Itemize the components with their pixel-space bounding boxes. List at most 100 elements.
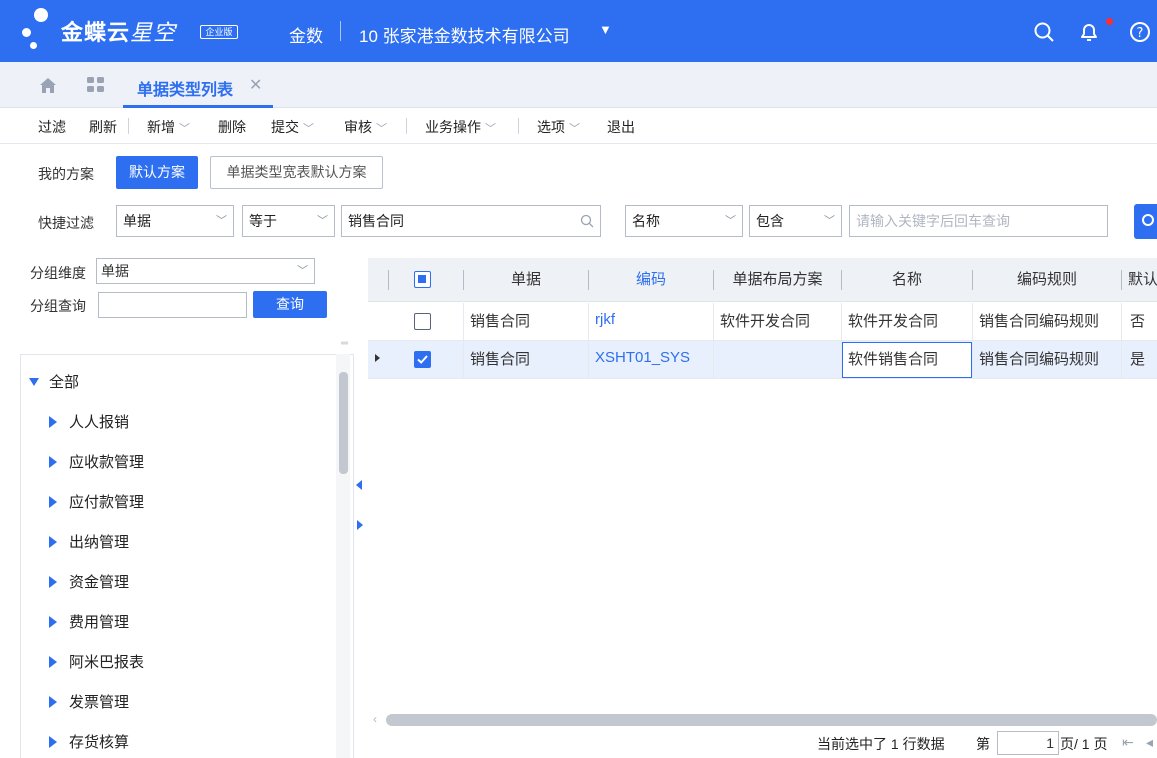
grid-hscrollbar-thumb[interactable] [386,714,1157,726]
search-icon[interactable] [1032,20,1056,44]
submit-button[interactable]: 提交 ﹀ [271,117,314,137]
caret-down-icon[interactable]: ▼ [599,22,612,37]
chevron-down-icon: ﹀ [725,215,736,227]
search-button[interactable] [1134,204,1157,239]
tree-node[interactable]: 发票管理 [49,691,129,712]
chevron-down-icon: ﹀ [317,215,328,227]
filter-operator-select[interactable]: 等于 ﹀ [242,205,335,237]
org-selector[interactable]: 10 张家港金数技术有限公司 [359,22,570,47]
filter-operator2-select[interactable]: 包含 ﹀ [749,205,842,237]
bell-icon[interactable] [1077,20,1101,44]
tree-node[interactable]: 存货核算 [49,731,129,752]
table-row-selected[interactable]: 销售合同 XSHT01_SYS 销售合同编码规则 是 [368,341,1157,379]
cell-name-value: 软件销售合同 [848,351,939,368]
app-header: 金蝶云星空 企业版 金数 10 张家港金数技术有限公司 ▼ ? [0,0,1157,62]
collapse-left-icon[interactable] [356,480,362,490]
prev-page-icon[interactable]: ◂ [1146,734,1153,751]
tree-node[interactable]: 应收款管理 [49,451,144,472]
collapse-handle-icon[interactable]: ═ [341,338,348,349]
page-number-input[interactable]: 1 [997,731,1059,755]
caret-down-icon [29,378,39,386]
chevron-down-icon: ﹀ [824,215,835,227]
svg-text:?: ? [1137,26,1144,41]
group-query-input[interactable] [98,292,247,318]
column-header-layout[interactable]: 单据布局方案 [714,258,841,302]
delete-button[interactable]: 删除 [218,117,246,137]
column-header-default[interactable]: 默认 [1128,258,1157,302]
select-all-checkbox[interactable] [414,271,431,288]
apps-grid-icon[interactable] [86,76,106,94]
tree-scrollbar-thumb[interactable] [339,372,348,474]
audit-button[interactable]: 审核 ﹀ [344,117,387,137]
group-query-button[interactable]: 查询 [253,291,327,318]
selection-status: 当前选中了 1 行数据 [817,736,945,752]
caret-right-icon [49,696,57,708]
page-total: 页/ 1 页 [1060,736,1108,752]
scheme-label: 我的方案 [38,166,94,182]
first-page-icon[interactable]: ⇤ [1122,734,1134,751]
scroll-left-icon[interactable]: ‹ [373,712,377,726]
quick-filter-label: 快捷过滤 [38,215,94,231]
keyword-input[interactable]: 请输入关键字后回车查询 [849,205,1108,237]
current-row-indicator-icon [375,354,380,362]
add-button[interactable]: 新增 ﹀ [147,117,190,137]
search-icon[interactable] [580,214,594,228]
cell-name-editor[interactable]: 软件销售合同 [842,342,972,378]
tree-node[interactable]: 费用管理 [49,611,129,632]
header-divider [340,21,341,41]
tree-node-root[interactable]: 全部 [29,371,79,392]
group-dimension-select[interactable]: 单据 ﹀ [96,258,315,284]
group-tree: 全部 人人报销 应收款管理 应付款管理 出纳管理 资金管理 费用管理 阿米巴报表… [20,354,354,758]
column-header-name[interactable]: 名称 [842,258,972,302]
tree-node[interactable]: 阿米巴报表 [49,651,144,672]
close-icon[interactable]: ✕ [249,75,262,95]
cell-layout [714,341,841,379]
expand-right-icon[interactable] [357,520,363,530]
cell-rule: 销售合同编码规则 [979,313,1100,330]
table-row[interactable]: 销售合同 rjkf 软件开发合同 软件开发合同 销售合同编码规则 否 [368,303,1157,341]
product-name[interactable]: 金数 [289,22,323,47]
row-checkbox[interactable] [414,351,431,368]
column-header-rule[interactable]: 编码规则 [973,258,1121,302]
grid-header: 单据 编码 单据布局方案 名称 编码规则 默认 [368,258,1157,302]
home-icon[interactable] [38,75,58,95]
filter-value-input[interactable]: 销售合同 [341,205,601,237]
page-prefix: 第 [976,736,990,752]
caret-right-icon [49,536,57,548]
tree-node[interactable]: 应付款管理 [49,491,144,512]
default-scheme-button[interactable]: 默认方案 [116,156,198,189]
row-checkbox[interactable] [414,313,431,330]
cell-default: 否 [1130,313,1146,330]
toolbar: 过滤 刷新 新增 ﹀ 删除 提交 ﹀ 审核 ﹀ 业务操作 ﹀ 选项 ﹀ 退出 [0,108,1157,144]
help-icon[interactable]: ? [1128,20,1152,44]
column-header-code[interactable]: 编码 [589,258,713,302]
tree-node[interactable]: 出纳管理 [49,531,129,552]
refresh-button[interactable]: 刷新 [89,117,117,137]
cell-code-link[interactable]: rjkf [589,303,713,341]
notification-dot [1106,18,1113,25]
filter-button[interactable]: 过滤 [38,117,66,137]
filter-field2-select[interactable]: 名称 ﹀ [625,205,743,237]
chevron-down-icon: ﹀ [179,123,190,135]
caret-right-icon [49,416,57,428]
wide-scheme-button[interactable]: 单据类型宽表默认方案 [210,156,383,189]
tree-node[interactable]: 资金管理 [49,571,129,592]
cell-bill: 销售合同 [470,351,531,368]
cell-code-link[interactable]: XSHT01_SYS [589,341,713,379]
exit-button[interactable]: 退出 [607,117,635,137]
caret-right-icon [49,616,57,628]
column-header-bill[interactable]: 单据 [464,258,588,302]
tab-label: 单据类型列表 [137,82,234,99]
edition-badge: 企业版 [200,25,238,39]
group-dimension-label: 分组维度 [30,265,86,281]
cell-default: 是 [1130,351,1146,368]
logo-text: 金蝶云星空 [61,20,177,45]
business-ops-button[interactable]: 业务操作 ﹀ [425,117,496,137]
filter-field-select[interactable]: 单据 ﹀ [116,205,234,237]
cell-rule: 销售合同编码规则 [979,351,1100,368]
chevron-down-icon: ﹀ [303,123,314,135]
caret-right-icon [49,576,57,588]
tree-node[interactable]: 人人报销 [49,411,129,432]
options-button[interactable]: 选项 ﹀ [537,117,580,137]
tab-bill-type-list[interactable]: 单据类型列表 ✕ [123,62,273,108]
